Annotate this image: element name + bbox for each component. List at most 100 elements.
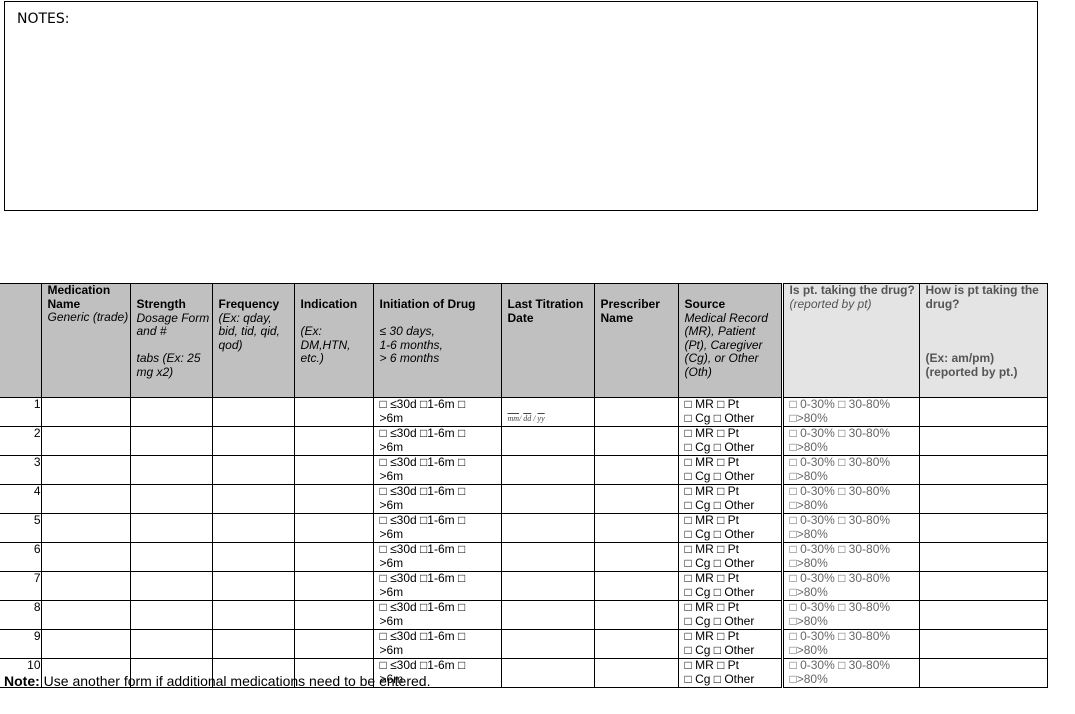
source-options[interactable]: □ Cg □ Other — [685, 411, 755, 425]
how-taking-cell[interactable] — [918, 426, 1048, 456]
medication-name-cell[interactable] — [40, 426, 131, 456]
indication-cell[interactable] — [293, 542, 374, 572]
taking-option-80[interactable]: □>80% — [790, 614, 828, 628]
indication-cell[interactable] — [293, 426, 374, 456]
frequency-cell[interactable] — [211, 455, 295, 485]
taking-cell[interactable]: □ 0-30% □ 30-80% □>80% — [781, 397, 920, 427]
source-cell[interactable]: □ MR □ Pt □ Cg □ Other — [677, 397, 784, 427]
initiation-options[interactable]: □ ≤30d □1-6m □ — [380, 544, 466, 557]
strength-cell[interactable] — [129, 513, 213, 543]
source-options[interactable]: □ MR □ Pt — [685, 486, 740, 499]
source-options[interactable]: □ MR □ Pt — [685, 399, 740, 412]
taking-options[interactable]: □ 0-30% □ 30-80% — [790, 631, 891, 644]
initiation-option-6m[interactable]: >6m — [380, 585, 404, 599]
last-titration-cell[interactable] — [500, 571, 595, 601]
prescriber-cell[interactable] — [593, 571, 679, 601]
source-options[interactable]: □ MR □ Pt — [685, 544, 740, 557]
taking-cell[interactable]: □ 0-30% □ 30-80% □>80% — [781, 426, 920, 456]
initiation-options[interactable]: □ ≤30d □1-6m □ — [380, 631, 466, 644]
frequency-cell[interactable] — [211, 629, 295, 659]
taking-option-80[interactable]: □>80% — [790, 411, 828, 425]
frequency-cell[interactable] — [211, 571, 295, 601]
taking-option-80[interactable]: □>80% — [790, 498, 828, 512]
strength-cell[interactable] — [129, 455, 213, 485]
last-titration-cell[interactable] — [500, 484, 595, 514]
taking-option-80[interactable]: □>80% — [790, 556, 828, 570]
initiation-cell[interactable]: □ ≤30d □1-6m □ >6m — [372, 600, 502, 630]
how-taking-cell[interactable] — [918, 571, 1048, 601]
how-taking-cell[interactable] — [918, 600, 1048, 630]
how-taking-cell[interactable] — [918, 629, 1048, 659]
taking-cell[interactable]: □ 0-30% □ 30-80% □>80% — [781, 571, 920, 601]
initiation-options[interactable]: □ ≤30d □1-6m □ — [380, 573, 466, 586]
initiation-cell[interactable]: □ ≤30d □1-6m □ >6m — [372, 426, 502, 456]
prescriber-cell[interactable] — [593, 629, 679, 659]
indication-cell[interactable] — [293, 484, 374, 514]
taking-options[interactable]: □ 0-30% □ 30-80% — [790, 457, 891, 470]
notes-box[interactable]: NOTES: — [4, 1, 1038, 211]
last-titration-cell[interactable] — [500, 542, 595, 572]
medication-name-cell[interactable] — [40, 513, 131, 543]
taking-options[interactable]: □ 0-30% □ 30-80% — [790, 544, 891, 557]
taking-options[interactable]: □ 0-30% □ 30-80% — [790, 515, 891, 528]
source-options[interactable]: □ Cg □ Other — [685, 498, 755, 512]
taking-options[interactable]: □ 0-30% □ 30-80% — [790, 486, 891, 499]
initiation-options[interactable]: □ ≤30d □1-6m □ — [380, 515, 466, 528]
strength-cell[interactable] — [129, 426, 213, 456]
frequency-cell[interactable] — [211, 484, 295, 514]
prescriber-cell[interactable] — [593, 455, 679, 485]
prescriber-cell[interactable] — [593, 513, 679, 543]
taking-option-80[interactable]: □>80% — [790, 440, 828, 454]
how-taking-cell[interactable] — [918, 542, 1048, 572]
last-titration-cell[interactable] — [500, 600, 595, 630]
last-titration-cell[interactable] — [500, 513, 595, 543]
indication-cell[interactable] — [293, 397, 374, 427]
taking-options[interactable]: □ 0-30% □ 30-80% — [790, 428, 891, 441]
strength-cell[interactable] — [129, 629, 213, 659]
prescriber-cell[interactable] — [593, 484, 679, 514]
frequency-cell[interactable] — [211, 426, 295, 456]
source-options[interactable]: □ Cg □ Other — [685, 672, 755, 686]
indication-cell[interactable] — [293, 600, 374, 630]
source-cell[interactable]: □ MR □ Pt □ Cg □ Other — [677, 426, 784, 456]
source-options[interactable]: □ Cg □ Other — [685, 527, 755, 541]
medication-name-cell[interactable] — [40, 542, 131, 572]
taking-cell[interactable]: □ 0-30% □ 30-80% □>80% — [781, 455, 920, 485]
source-options[interactable]: □ Cg □ Other — [685, 469, 755, 483]
source-options[interactable]: □ MR □ Pt — [685, 457, 740, 470]
initiation-options[interactable]: □ ≤30d □1-6m □ — [380, 486, 466, 499]
initiation-options[interactable]: □ ≤30d □1-6m □ — [380, 428, 466, 441]
source-options[interactable]: □ MR □ Pt — [685, 602, 740, 615]
last-titration-cell[interactable] — [500, 629, 595, 659]
indication-cell[interactable] — [293, 513, 374, 543]
strength-cell[interactable] — [129, 397, 213, 427]
taking-cell[interactable]: □ 0-30% □ 30-80% □>80% — [781, 600, 920, 630]
medication-name-cell[interactable] — [40, 571, 131, 601]
prescriber-cell[interactable] — [593, 658, 679, 688]
taking-cell[interactable]: □ 0-30% □ 30-80% □>80% — [781, 629, 920, 659]
taking-options[interactable]: □ 0-30% □ 30-80% — [790, 660, 891, 673]
strength-cell[interactable] — [129, 542, 213, 572]
initiation-option-6m[interactable]: >6m — [380, 643, 404, 657]
prescriber-cell[interactable] — [593, 397, 679, 427]
taking-option-80[interactable]: □>80% — [790, 527, 828, 541]
initiation-cell[interactable]: □ ≤30d □1-6m □ >6m — [372, 542, 502, 572]
how-taking-cell[interactable] — [918, 513, 1048, 543]
initiation-option-6m[interactable]: >6m — [380, 527, 404, 541]
source-cell[interactable]: □ MR □ Pt □ Cg □ Other — [677, 629, 784, 659]
taking-cell[interactable]: □ 0-30% □ 30-80% □>80% — [781, 484, 920, 514]
taking-cell[interactable]: □ 0-30% □ 30-80% □>80% — [781, 542, 920, 572]
initiation-cell[interactable]: □ ≤30d □1-6m □ >6m — [372, 484, 502, 514]
source-options[interactable]: □ MR □ Pt — [685, 660, 740, 673]
frequency-cell[interactable] — [211, 397, 295, 427]
initiation-cell[interactable]: □ ≤30d □1-6m □ >6m — [372, 455, 502, 485]
initiation-options[interactable]: □ ≤30d □1-6m □ — [380, 457, 466, 470]
medication-name-cell[interactable] — [40, 397, 131, 427]
last-titration-cell[interactable]: mm/ dd / yy — [500, 397, 595, 427]
how-taking-cell[interactable] — [918, 455, 1048, 485]
source-options[interactable]: □ MR □ Pt — [685, 573, 740, 586]
source-options[interactable]: □ MR □ Pt — [685, 515, 740, 528]
taking-option-80[interactable]: □>80% — [790, 469, 828, 483]
taking-options[interactable]: □ 0-30% □ 30-80% — [790, 399, 891, 412]
source-cell[interactable]: □ MR □ Pt □ Cg □ Other — [677, 484, 784, 514]
